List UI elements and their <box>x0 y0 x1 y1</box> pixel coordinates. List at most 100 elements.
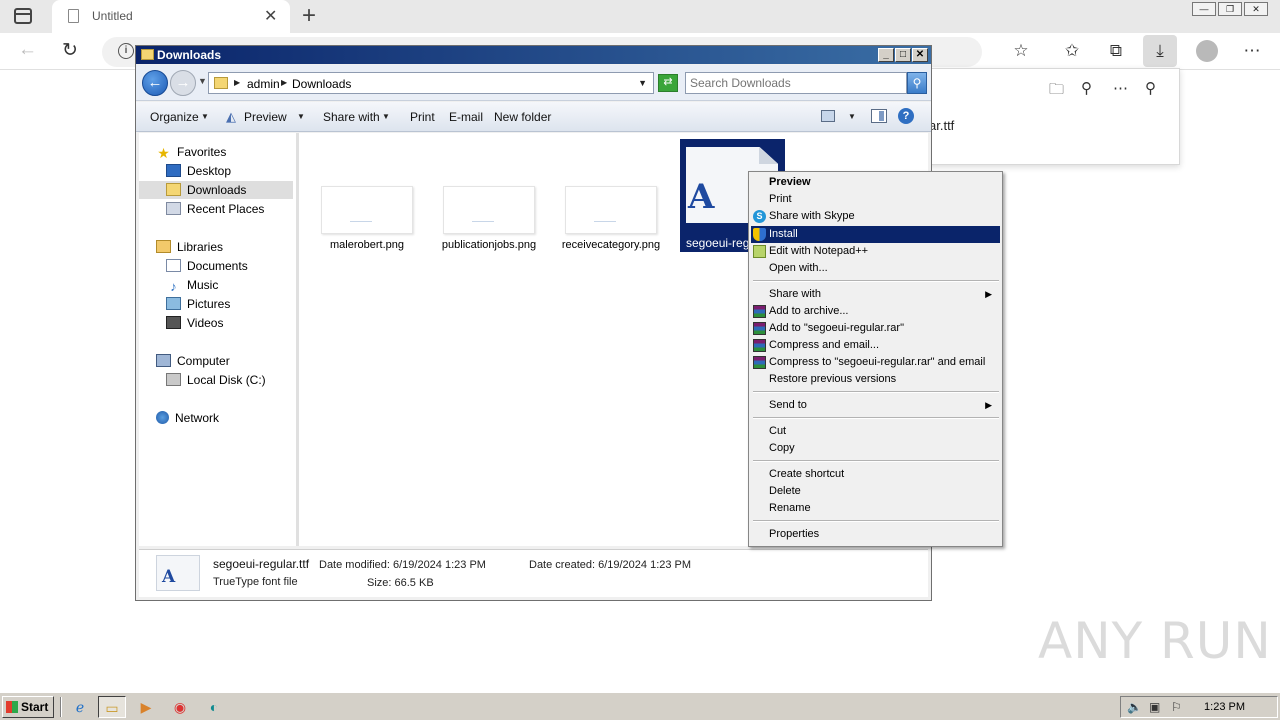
info-icon[interactable]: i <box>118 43 134 59</box>
file-name: publicationjobs.png <box>441 239 537 251</box>
nav-videos[interactable]: Videos <box>166 314 223 332</box>
menu-item-create-shortcut[interactable]: Create shortcut <box>751 466 1000 483</box>
avatar[interactable] <box>1196 40 1218 62</box>
nav-label: Downloads <box>187 183 247 197</box>
favorites-icon[interactable]: ✩ <box>1061 40 1083 62</box>
media-player-icon[interactable]: ▶ <box>132 696 160 718</box>
menu-item-compress-rar-email[interactable]: Compress to "segoeui-regular.rar" and em… <box>751 354 1000 371</box>
maximize-button[interactable]: □ <box>895 48 911 62</box>
search-box[interactable] <box>685 72 907 94</box>
menu-item-cut[interactable]: Cut <box>751 423 1000 440</box>
refresh-button[interactable]: ⇄ <box>658 74 678 92</box>
help-icon[interactable]: ? <box>898 108 914 124</box>
menu-item-restore-versions[interactable]: Restore previous versions <box>751 371 1000 388</box>
search-icon[interactable]: ⚲ <box>907 72 927 94</box>
preview-button[interactable]: Preview <box>244 110 287 124</box>
menu-item-send-to[interactable]: Send to ▶ <box>751 397 1000 414</box>
chevron-down-icon[interactable]: ▼ <box>297 112 305 121</box>
nav-recent-places[interactable]: Recent Places <box>166 200 264 218</box>
menu-item-edit-notepadpp[interactable]: Edit with Notepad++ <box>751 243 1000 260</box>
new-folder-button[interactable]: New folder <box>494 110 551 124</box>
start-button[interactable]: Start <box>2 696 54 718</box>
documents-icon <box>166 259 181 272</box>
search-input[interactable] <box>690 74 905 92</box>
address-dropdown-icon[interactable]: ▼ <box>638 78 647 88</box>
breadcrumb-downloads[interactable]: Downloads <box>292 77 351 91</box>
nav-computer[interactable]: Computer <box>156 352 230 370</box>
add-favorite-icon[interactable]: ☆ <box>1010 40 1032 62</box>
explorer-folder-icon[interactable]: ▭ <box>98 696 126 718</box>
preview-pane-icon[interactable] <box>871 109 887 123</box>
refresh-icon[interactable]: ↻ <box>62 39 78 62</box>
download-item-filename[interactable]: ar.ttf <box>929 118 954 133</box>
explorer-titlebar[interactable]: Downloads _ □ ✕ <box>136 46 931 64</box>
menu-item-preview[interactable]: Preview <box>751 174 1000 191</box>
menu-item-install[interactable]: Install <box>751 226 1000 243</box>
change-view-icon[interactable] <box>821 110 835 122</box>
back-button[interactable]: ← <box>142 70 168 96</box>
edge-icon[interactable]: ◐ <box>200 696 228 718</box>
chevron-down-icon[interactable]: ▼ <box>848 112 856 121</box>
tab-untitled[interactable]: Untitled ✕ <box>52 0 290 33</box>
more-menu-icon[interactable]: ⋯ <box>1241 40 1263 62</box>
restore-window-button[interactable]: ❐ <box>1218 2 1242 16</box>
menu-item-share-skype[interactable]: S Share with Skype <box>751 208 1000 225</box>
nav-favorites[interactable]: ★ Favorites <box>156 143 226 161</box>
chevron-right-icon[interactable]: ▶ <box>281 78 287 87</box>
network-tray-icon[interactable]: ▣ <box>1149 700 1160 714</box>
email-button[interactable]: E-mail <box>449 110 483 124</box>
music-icon: ♪ <box>170 279 177 294</box>
menu-label: Compress to "segoeui-regular.rar" and em… <box>769 356 986 368</box>
menu-item-share-with[interactable]: Share with ▶ <box>751 286 1000 303</box>
pin-icon[interactable]: ⚲ <box>1145 79 1156 97</box>
close-tab-icon[interactable]: ✕ <box>264 6 277 26</box>
nav-music[interactable]: ♪ Music <box>166 276 218 294</box>
file-item[interactable]: publicationjobs.png <box>437 186 541 251</box>
flag-icon[interactable]: ⚐ <box>1171 700 1182 714</box>
chrome-icon[interactable]: ◉ <box>166 696 194 718</box>
menu-item-print[interactable]: Print <box>751 191 1000 208</box>
collections-icon[interactable]: ⧉ <box>1105 40 1127 62</box>
print-button[interactable]: Print <box>410 110 435 124</box>
search-icon[interactable]: ⚲ <box>1081 79 1092 97</box>
winrar-icon <box>753 356 766 369</box>
breadcrumb-admin[interactable]: admin <box>247 77 280 91</box>
internet-explorer-icon[interactable]: ℯ <box>66 696 94 718</box>
more-options-icon[interactable]: ⋯ <box>1113 79 1128 97</box>
breadcrumb[interactable]: ▶ admin ▶ Downloads ▼ <box>208 72 654 94</box>
chevron-right-icon[interactable]: ▶ <box>234 78 240 87</box>
file-item[interactable]: malerobert.png <box>315 186 419 251</box>
menu-item-copy[interactable]: Copy <box>751 440 1000 457</box>
nav-pictures[interactable]: Pictures <box>166 295 230 313</box>
minimize-button[interactable]: _ <box>878 48 894 62</box>
nav-libraries[interactable]: Libraries <box>156 238 223 256</box>
open-folder-icon[interactable]: 🗀 <box>1049 79 1064 104</box>
nav-downloads[interactable]: Downloads <box>139 181 293 199</box>
nav-local-disk[interactable]: Local Disk (C:) <box>166 371 266 389</box>
minimize-window-button[interactable]: — <box>1192 2 1216 16</box>
close-button[interactable]: ✕ <box>912 48 928 62</box>
menu-item-add-archive[interactable]: Add to archive... <box>751 303 1000 320</box>
nav-network[interactable]: Network <box>156 409 219 427</box>
nav-documents[interactable]: Documents <box>166 257 248 275</box>
file-item[interactable]: receivecategory.png <box>559 186 663 251</box>
menu-item-delete[interactable]: Delete <box>751 483 1000 500</box>
forward-button[interactable]: → <box>170 70 196 96</box>
downloads-icon[interactable]: ⤓ <box>1143 35 1177 67</box>
back-arrow-icon[interactable]: ← <box>18 39 37 61</box>
menu-item-compress-email[interactable]: Compress and email... <box>751 337 1000 354</box>
share-with-button[interactable]: Share with <box>323 110 380 124</box>
volume-icon[interactable]: 🔈 <box>1127 700 1142 714</box>
menu-item-open-with[interactable]: Open with... <box>751 260 1000 277</box>
nav-desktop[interactable]: Desktop <box>166 162 231 180</box>
chevron-down-icon[interactable]: ▼ <box>201 112 209 121</box>
close-window-button[interactable]: ✕ <box>1244 2 1268 16</box>
new-tab-button[interactable]: + <box>302 2 316 30</box>
menu-item-properties[interactable]: Properties <box>751 526 1000 543</box>
menu-item-add-rar[interactable]: Add to "segoeui-regular.rar" <box>751 320 1000 337</box>
tab-actions-icon[interactable] <box>14 8 32 24</box>
menu-item-rename[interactable]: Rename <box>751 500 1000 517</box>
organize-button[interactable]: Organize <box>150 110 199 124</box>
chevron-down-icon[interactable]: ▼ <box>382 112 390 121</box>
recent-pages-dropdown[interactable]: ▼ <box>198 76 207 86</box>
